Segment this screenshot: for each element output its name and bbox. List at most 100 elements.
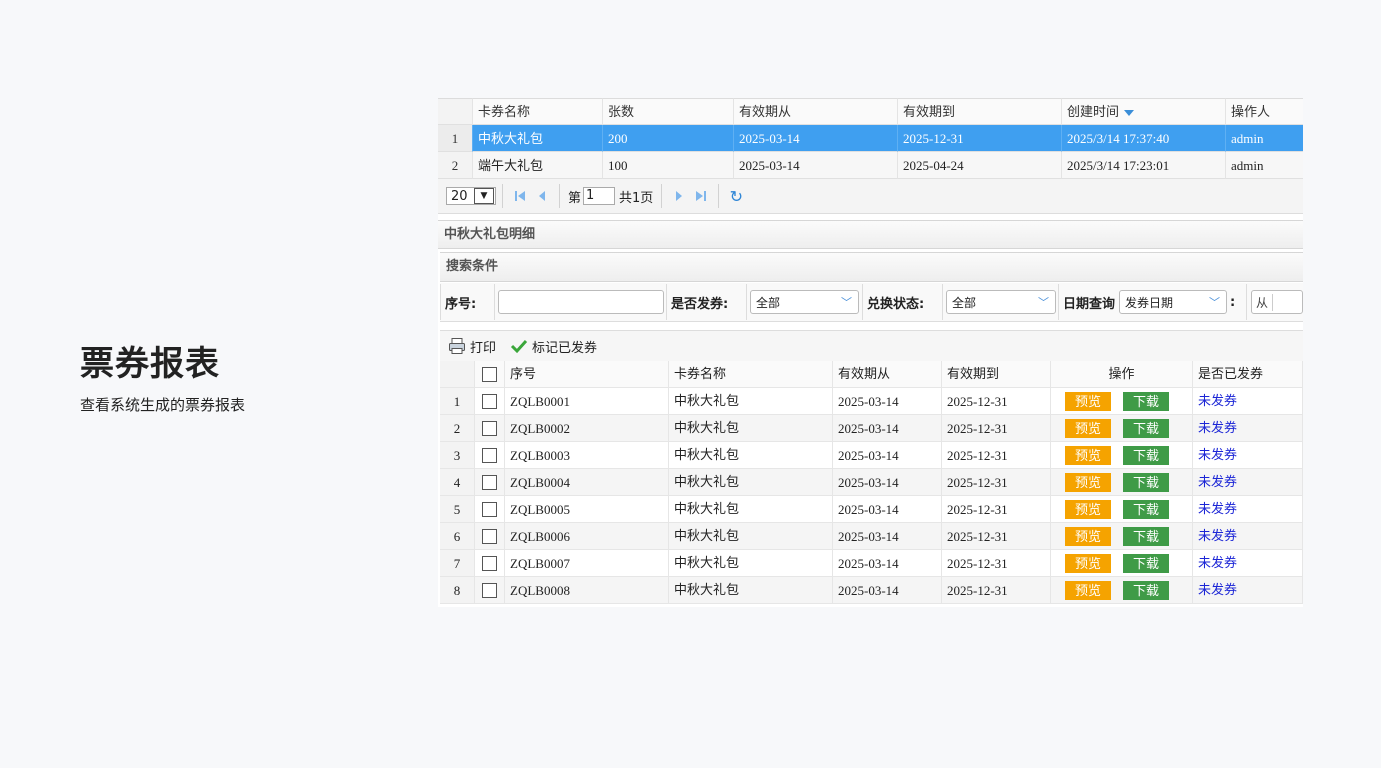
search-filters: 序号: 是否发券: 全部 ﹀ 兑换状态: 全部 ﹀ 日期查询 发券日期 ﹀ : 从 — [440, 283, 1303, 322]
issued-status-link[interactable]: 未发券 — [1193, 550, 1303, 577]
col-valid-from[interactable]: 有效期从 — [734, 98, 898, 125]
col-card-name[interactable]: 卡券名称 — [473, 98, 603, 125]
table-row[interactable]: 1 中秋大礼包 200 2025-03-14 2025-12-31 2025/3… — [438, 125, 1303, 152]
coupon-detail-grid: 序号 卡券名称 有效期从 有效期到 操作 是否已发券 1 ZQLB0001 中秋… — [440, 361, 1303, 604]
row-number: 5 — [440, 496, 475, 523]
date-type-select[interactable]: 发券日期 ﹀ — [1119, 290, 1228, 314]
report-screenshot: 卡券名称 张数 有效期从 有效期到 创建时间 操作人 1 中秋大礼包 200 2… — [438, 98, 1303, 607]
issued-status-link[interactable]: 未发券 — [1193, 469, 1303, 496]
row-checkbox[interactable] — [475, 496, 505, 523]
next-page-icon — [676, 191, 683, 201]
row-checkbox[interactable] — [475, 415, 505, 442]
printer-icon — [448, 337, 466, 355]
serial-cell: ZQLB0002 — [505, 415, 669, 442]
download-button[interactable]: 下载 — [1123, 553, 1170, 573]
col-actions: 操作 — [1051, 361, 1193, 388]
row-checkbox[interactable] — [475, 550, 505, 577]
chevron-down-icon: ﹀ — [1209, 296, 1221, 309]
valid-to-cell: 2025-12-31 — [942, 496, 1051, 523]
serial-cell: ZQLB0008 — [505, 577, 669, 604]
col-card-name[interactable]: 卡券名称 — [669, 361, 833, 388]
pager: 20 ▼ 第 1 共1页 ↻ — [438, 179, 1303, 214]
preview-button[interactable]: 预览 — [1065, 580, 1112, 600]
col-issued[interactable]: 是否已发券 — [1193, 361, 1303, 388]
table-row[interactable]: 6 ZQLB0006 中秋大礼包 2025-03-14 2025-12-31 预… — [440, 523, 1303, 550]
next-page-button[interactable] — [668, 185, 690, 207]
mark-issued-button[interactable]: 标记已发券 — [510, 337, 597, 356]
preview-button[interactable]: 预览 — [1065, 391, 1112, 411]
last-page-button[interactable] — [690, 185, 712, 207]
table-row[interactable]: 1 ZQLB0001 中秋大礼包 2025-03-14 2025-12-31 预… — [440, 388, 1303, 415]
table-row[interactable]: 5 ZQLB0005 中秋大礼包 2025-03-14 2025-12-31 预… — [440, 496, 1303, 523]
download-button[interactable]: 下载 — [1123, 418, 1170, 438]
issued-status-link[interactable]: 未发券 — [1193, 496, 1303, 523]
actions-cell: 预览 下载 — [1051, 442, 1193, 469]
download-button[interactable]: 下载 — [1123, 580, 1170, 600]
row-number: 8 — [440, 577, 475, 604]
from-label: 从 — [1252, 293, 1274, 311]
date-query-label: 日期查询 — [1063, 296, 1116, 312]
row-checkbox[interactable] — [475, 577, 505, 604]
col-count[interactable]: 张数 — [603, 98, 734, 125]
detail-toolbar: 打印 标记已发券 — [440, 330, 1303, 361]
table-row[interactable]: 7 ZQLB0007 中秋大礼包 2025-03-14 2025-12-31 预… — [440, 550, 1303, 577]
col-valid-to[interactable]: 有效期到 — [942, 361, 1051, 388]
download-button[interactable]: 下载 — [1123, 391, 1170, 411]
col-valid-to[interactable]: 有效期到 — [898, 98, 1062, 125]
card-name-cell: 中秋大礼包 — [669, 550, 833, 577]
preview-button[interactable]: 预览 — [1065, 445, 1112, 465]
issued-status-link[interactable]: 未发券 — [1193, 577, 1303, 604]
valid-to-cell: 2025-12-31 — [942, 388, 1051, 415]
actions-cell: 预览 下载 — [1051, 496, 1193, 523]
serial-input[interactable] — [498, 290, 664, 314]
issued-select[interactable]: 全部 ﹀ — [750, 290, 859, 314]
table-row[interactable]: 2 ZQLB0002 中秋大礼包 2025-03-14 2025-12-31 预… — [440, 415, 1303, 442]
date-from-input[interactable]: 从 — [1251, 290, 1303, 314]
actions-cell: 预览 下载 — [1051, 388, 1193, 415]
preview-button[interactable]: 预览 — [1065, 526, 1112, 546]
preview-button[interactable]: 预览 — [1065, 472, 1112, 492]
first-page-button[interactable] — [509, 185, 531, 207]
col-operator[interactable]: 操作人 — [1226, 98, 1303, 125]
actions-cell: 预览 下载 — [1051, 577, 1193, 604]
row-checkbox[interactable] — [475, 388, 505, 415]
valid-to-cell: 2025-12-31 — [942, 469, 1051, 496]
issued-status-link[interactable]: 未发券 — [1193, 388, 1303, 415]
select-all-checkbox[interactable] — [475, 361, 505, 388]
preview-button[interactable]: 预览 — [1065, 418, 1112, 438]
issued-status-link[interactable]: 未发券 — [1193, 523, 1303, 550]
issued-status-link[interactable]: 未发券 — [1193, 442, 1303, 469]
table-row[interactable]: 8 ZQLB0008 中秋大礼包 2025-03-14 2025-12-31 预… — [440, 577, 1303, 604]
preview-button[interactable]: 预览 — [1065, 553, 1112, 573]
print-button[interactable]: 打印 — [448, 337, 496, 356]
download-button[interactable]: 下载 — [1123, 472, 1170, 492]
row-checkbox[interactable] — [475, 442, 505, 469]
row-checkbox[interactable] — [475, 523, 505, 550]
prev-page-button[interactable] — [531, 185, 553, 207]
serial-cell: ZQLB0006 — [505, 523, 669, 550]
valid-from-cell: 2025-03-14 — [833, 469, 942, 496]
sort-desc-icon — [1124, 109, 1135, 116]
col-created-time[interactable]: 创建时间 — [1062, 98, 1226, 125]
col-valid-from[interactable]: 有效期从 — [833, 361, 942, 388]
issued-label: 是否发券: — [671, 296, 729, 312]
detail-panel-title: 中秋大礼包明细 — [438, 220, 1303, 249]
table-row[interactable]: 4 ZQLB0004 中秋大礼包 2025-03-14 2025-12-31 预… — [440, 469, 1303, 496]
row-checkbox[interactable] — [475, 469, 505, 496]
preview-button[interactable]: 预览 — [1065, 499, 1112, 519]
download-button[interactable]: 下载 — [1123, 499, 1170, 519]
card-name-cell: 中秋大礼包 — [669, 577, 833, 604]
col-serial[interactable]: 序号 — [505, 361, 669, 388]
exchange-label: 兑换状态: — [867, 296, 925, 312]
table-row[interactable]: 2 端午大礼包 100 2025-03-14 2025-04-24 2025/3… — [438, 152, 1303, 179]
valid-to-cell: 2025-12-31 — [942, 442, 1051, 469]
exchange-select[interactable]: 全部 ﹀ — [946, 290, 1056, 314]
refresh-button[interactable]: ↻ — [725, 185, 747, 207]
page-size-select[interactable]: 20 ▼ — [446, 187, 496, 205]
page-number-input[interactable]: 1 — [583, 187, 616, 205]
table-row[interactable]: 3 ZQLB0003 中秋大礼包 2025-03-14 2025-12-31 预… — [440, 442, 1303, 469]
row-number: 3 — [440, 442, 475, 469]
download-button[interactable]: 下载 — [1123, 526, 1170, 546]
issued-status-link[interactable]: 未发券 — [1193, 415, 1303, 442]
download-button[interactable]: 下载 — [1123, 445, 1170, 465]
